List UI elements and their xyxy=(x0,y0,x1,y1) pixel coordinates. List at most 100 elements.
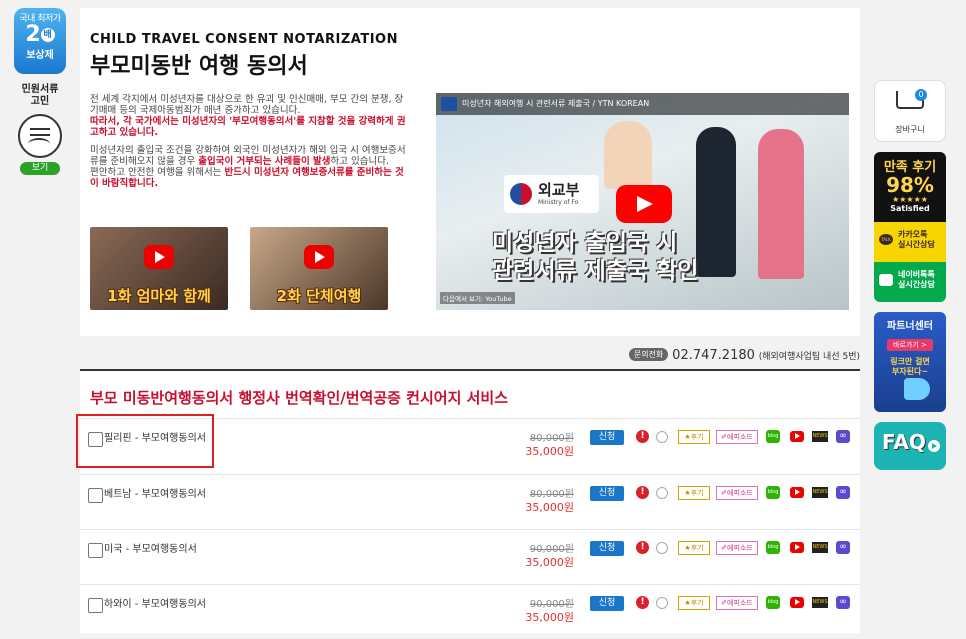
notice-icon[interactable]: ! xyxy=(636,596,649,609)
blog-icon[interactable]: blog xyxy=(766,596,780,609)
partner-center-banner[interactable]: 파트너센터 바로가기 > 링크만 걸면 부자된다~ xyxy=(874,312,946,412)
news-icon[interactable]: NEWS xyxy=(812,597,828,608)
news-icon[interactable]: NEWS xyxy=(812,431,828,442)
ministry-english: Ministry of Fo xyxy=(538,199,579,206)
play-icon xyxy=(304,245,334,269)
original-price: 90,000원 xyxy=(529,544,574,555)
review-button[interactable]: ★후기 xyxy=(678,541,710,555)
review-button[interactable]: ★후기 xyxy=(678,596,710,610)
ministry-logo-card: 외교부 Ministry of Fo xyxy=(504,175,599,213)
news-icon[interactable]: NEWS xyxy=(812,487,828,498)
blog-icon[interactable]: blog xyxy=(766,430,780,443)
notice-icon[interactable]: ! xyxy=(636,541,649,554)
service-row: 미국 - 부모여행동의서 90,000원 35,000원 신청 ! ★후기 ✐에… xyxy=(80,529,860,584)
promo-bottom-text: 보상제 xyxy=(26,50,54,61)
cart-count-badge: 0 xyxy=(915,89,927,101)
sale-price: 35,000원 xyxy=(525,445,574,458)
kakaotalk-label: 카카오톡 실시간상담 xyxy=(898,230,935,249)
description-paragraph-2: 미성년자의 출입국 조건을 강화하여 외국인 미성년자가 해외 입국 시 여행보… xyxy=(90,145,406,189)
promo-number: 2배 xyxy=(14,24,66,46)
original-price: 80,000원 xyxy=(529,489,574,500)
lowest-price-promo-badge[interactable]: 국내 최저가 2배 보상제 xyxy=(14,8,66,74)
apply-button[interactable]: 신청 xyxy=(590,541,624,556)
notice-icon[interactable]: ! xyxy=(636,486,649,499)
kakaotalk-chat-button[interactable]: TALK 카카오톡 실시간상담 xyxy=(874,222,946,262)
youtube-icon[interactable] xyxy=(790,487,804,498)
intro-panel: CHILD TRAVEL CONSENT NOTARIZATION 부모미동반 … xyxy=(80,8,860,336)
english-title: CHILD TRAVEL CONSENT NOTARIZATION xyxy=(90,32,398,47)
magnifier-icon[interactable] xyxy=(656,487,668,499)
video-caption: 미성년자 출입국 시 관련서류 제출국 확인 xyxy=(492,230,699,284)
worried-face-icon xyxy=(18,114,62,158)
episode-button[interactable]: ✐에피소드 xyxy=(716,430,758,444)
review-button[interactable]: ★후기 xyxy=(678,430,710,444)
service-name: 미국 - 부모여행동의서 xyxy=(104,544,197,555)
cart-label: 장바구니 xyxy=(895,125,925,134)
link-icon[interactable]: ∞ xyxy=(836,596,850,609)
document-worry-title: 민원서류 고민 xyxy=(21,84,59,107)
apply-button[interactable]: 신청 xyxy=(590,486,624,501)
faq-button[interactable]: FAQ xyxy=(874,422,946,470)
naver-talktalk-button[interactable]: 네이버톡톡 실시간상담 xyxy=(874,262,946,302)
link-icon[interactable]: ∞ xyxy=(836,430,850,443)
play-icon xyxy=(144,245,174,269)
service-checkbox[interactable] xyxy=(88,543,103,558)
ministry-name: 외교부 xyxy=(538,181,580,199)
link-icon[interactable]: ∞ xyxy=(836,486,850,499)
thumbnail-caption: 2화 단체여행 xyxy=(276,287,362,305)
episode-button[interactable]: ✐에피소드 xyxy=(716,596,758,610)
video-thumbnail-episode-2[interactable]: 2화 단체여행 xyxy=(250,227,388,310)
view-button[interactable]: 보기 xyxy=(20,162,60,175)
partner-go-button[interactable]: 바로가기 > xyxy=(887,339,933,351)
page-title: 부모미동반 여행 동의서 xyxy=(90,54,308,79)
blog-icon[interactable]: blog xyxy=(766,486,780,499)
youtube-icon[interactable] xyxy=(790,597,804,608)
phone-extension-note: (해외여행사업팀 내선 5번) xyxy=(758,352,860,362)
cart-button[interactable]: 0 장바구니 xyxy=(874,80,946,142)
satisfaction-reviews-banner[interactable]: 만족 후기 98% ★★★★★ Satisfied xyxy=(874,152,946,222)
apply-button[interactable]: 신청 xyxy=(590,596,624,611)
anchor-male-figure xyxy=(696,127,736,277)
partner-slogan: 링크만 걸면 부자된다~ xyxy=(890,357,930,376)
sale-price: 35,000원 xyxy=(525,611,574,624)
original-price: 90,000원 xyxy=(529,599,574,610)
magnifier-icon[interactable] xyxy=(656,542,668,554)
blog-icon[interactable]: blog xyxy=(766,541,780,554)
service-checkbox[interactable] xyxy=(88,598,103,613)
link-icon[interactable]: ∞ xyxy=(836,541,850,554)
service-checkbox[interactable] xyxy=(88,488,103,503)
episode-button[interactable]: ✐에피소드 xyxy=(716,486,758,500)
thumbnail-caption: 1화 엄마와 함께 xyxy=(107,287,211,305)
satisfied-label: Satisfied xyxy=(890,204,930,213)
notice-icon[interactable]: ! xyxy=(636,430,649,443)
youtube-icon[interactable] xyxy=(790,542,804,553)
video-title-bar: 미성년자 해외여행 시 관련서류 제출국 / YTN KOREAN xyxy=(436,93,849,115)
satisfaction-percent: 98% xyxy=(886,173,934,197)
play-circle-icon xyxy=(928,440,940,452)
promo-unit: 배 xyxy=(40,28,55,42)
news-icon[interactable]: NEWS xyxy=(812,542,828,553)
youtube-play-icon[interactable] xyxy=(616,185,672,223)
megaphone-icon xyxy=(904,378,930,400)
service-list: 부모 미동반여행동의서 행정사 번역확인/번역공증 컨시어지 서비스 필리핀 -… xyxy=(80,369,860,633)
anchor-female-figure xyxy=(758,129,804,279)
magnifier-icon[interactable] xyxy=(656,597,668,609)
review-button[interactable]: ★후기 xyxy=(678,486,710,500)
video-thumbnail-episode-1[interactable]: 1화 엄마와 함께 xyxy=(90,227,228,310)
apply-button[interactable]: 신청 xyxy=(590,430,624,445)
faq-label: FAQ xyxy=(882,430,926,454)
naver-talk-label: 네이버톡톡 실시간상담 xyxy=(898,270,935,289)
description-paragraph-1: 전 세계 각지에서 미성년자를 대상으로 한 유괴 및 인신매매, 부모 간의 … xyxy=(90,94,406,138)
service-name: 베트남 - 부모여행동의서 xyxy=(104,489,206,500)
service-title: 부모 미동반여행동의서 행정사 번역확인/번역공증 컨시어지 서비스 xyxy=(90,389,508,407)
watch-on-youtube-link[interactable]: 다음에서 보기: YouTube xyxy=(440,292,515,304)
girl-figure xyxy=(604,121,652,189)
taegeuk-icon xyxy=(510,183,532,205)
magnifier-icon[interactable] xyxy=(656,431,668,443)
service-name: 하와이 - 부모여행동의서 xyxy=(104,599,206,610)
youtube-icon[interactable] xyxy=(790,431,804,442)
description: 전 세계 각지에서 미성년자를 대상으로 한 유괴 및 인신매매, 부모 간의 … xyxy=(90,94,410,196)
embedded-youtube-video[interactable]: 미성년자 해외여행 시 관련서류 제출국 / YTN KOREAN 외교부 Mi… xyxy=(436,93,849,310)
satisfaction-title: 만족 후기 xyxy=(883,160,937,175)
episode-button[interactable]: ✐에피소드 xyxy=(716,541,758,555)
